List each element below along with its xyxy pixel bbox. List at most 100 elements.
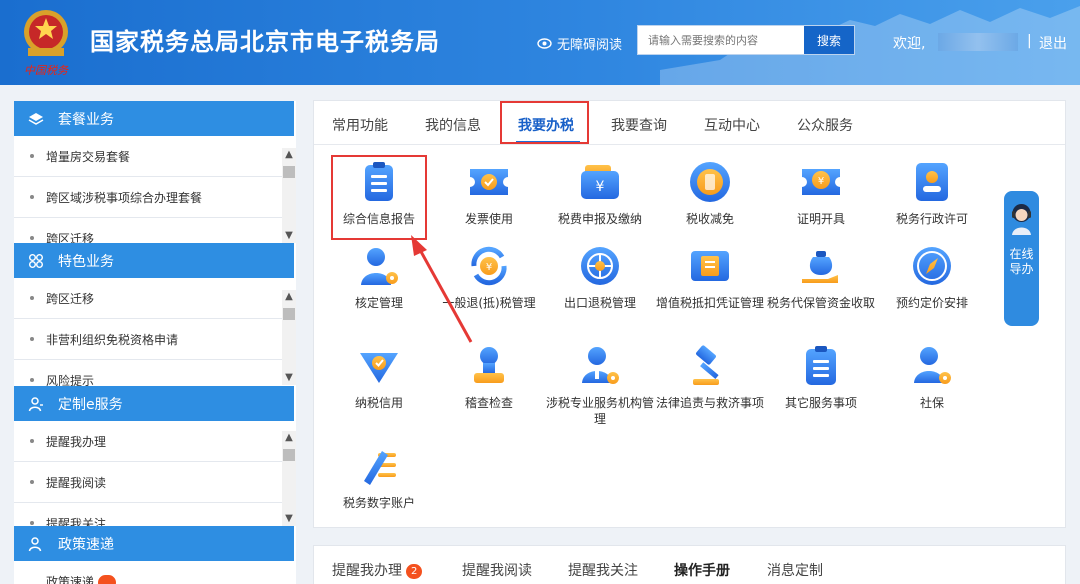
sidebar-list: 增量房交易套餐 跨区域涉税事项综合办理套餐 跨区迁移 <box>14 136 294 243</box>
sidebar-section-title: 特色业务 <box>58 253 114 270</box>
count-badge: 2 <box>406 564 423 579</box>
sidebar-item[interactable]: 提醒我关注 <box>14 503 294 527</box>
tab-interaction[interactable]: 互动中心 <box>704 115 760 135</box>
service-item[interactable]: ¥ 证明开具 <box>766 159 876 227</box>
reminder-tab-bar: 提醒我办理 2 提醒我阅读 提醒我关注 操作手册 消息定制 <box>313 545 1066 584</box>
tab-remind-handle[interactable]: 提醒我办理 2 <box>332 560 423 580</box>
tab-my-info[interactable]: 我的信息 <box>425 115 481 135</box>
scroll-thumb[interactable] <box>283 449 295 461</box>
sidebar-list: 提醒我办理 提醒我阅读 提醒我关注 <box>14 421 294 526</box>
service-item[interactable]: 稽查检查 <box>434 343 544 411</box>
search-button[interactable]: 搜索 <box>804 26 854 54</box>
vat-voucher-icon <box>691 251 729 281</box>
sidebar-item[interactable]: 提醒我办理 <box>14 421 294 462</box>
compass-icon <box>913 247 951 285</box>
sidebar-section-title: 定制e服务 <box>58 396 123 413</box>
accessibility-label: 无障碍阅读 <box>557 38 623 53</box>
service-item[interactable]: 涉税专业服务机构管理 <box>545 343 655 427</box>
svg-text:¥: ¥ <box>486 262 492 273</box>
sidebar-item[interactable]: 风险提示 <box>14 360 294 387</box>
user-gear-icon <box>361 248 398 285</box>
social-security-icon <box>914 347 951 384</box>
user-icon <box>28 536 42 551</box>
tab-common[interactable]: 常用功能 <box>332 115 388 135</box>
sidebar-item[interactable]: 跨区域涉税事项综合办理套餐 <box>14 177 294 218</box>
tab-remind-follow[interactable]: 提醒我关注 <box>568 560 638 580</box>
service-label: 纳税信用 <box>354 396 403 410</box>
sidebar-item[interactable]: 提醒我阅读 <box>14 462 294 503</box>
tab-remind-read[interactable]: 提醒我阅读 <box>462 560 532 580</box>
scrollbar[interactable]: ▲ ▼ <box>282 431 296 526</box>
service-item[interactable]: ¥ 税费申报及缴纳 <box>545 159 655 227</box>
tab-message-custom[interactable]: 消息定制 <box>767 560 823 580</box>
sidebar-item[interactable]: 跨区迁移 <box>14 218 294 244</box>
inspection-stamp-icon <box>474 347 504 383</box>
service-item[interactable]: 发票使用 <box>434 159 544 227</box>
tab-bar: 常用功能 我的信息 我要办税 我要查询 互动中心 公众服务 <box>314 101 1065 145</box>
scrollbar[interactable]: ▲ ▼ <box>282 290 296 385</box>
service-item[interactable]: 法律追责与救济事项 <box>655 343 765 411</box>
invoice-ticket-icon <box>470 169 508 195</box>
scroll-down-icon[interactable]: ▼ <box>282 371 296 385</box>
service-label: 预约定价安排 <box>895 296 968 310</box>
service-label: 发票使用 <box>464 212 513 226</box>
sidebar-item[interactable]: 增量房交易套餐 <box>14 136 294 177</box>
service-item[interactable]: 税务代保管资金收取 <box>766 243 876 311</box>
tab-manual[interactable]: 操作手册 <box>674 560 730 580</box>
scroll-thumb[interactable] <box>283 308 295 320</box>
agent-avatar-icon <box>1012 204 1031 235</box>
sidebar-section-policy[interactable]: 政策速递 <box>14 526 294 561</box>
logout-link[interactable]: 退出 <box>1039 33 1067 53</box>
sidebar-item[interactable]: 政策速递 <box>14 561 294 584</box>
service-item[interactable]: 税务数字账户 <box>324 443 434 511</box>
sidebar-section-title: 套餐业务 <box>58 111 114 128</box>
digital-account-icon <box>364 451 396 485</box>
scroll-down-icon[interactable]: ▼ <box>282 512 296 526</box>
scrollbar[interactable]: ▲ ▼ <box>282 148 296 243</box>
service-item[interactable]: 纳税信用 <box>324 343 434 411</box>
sidebar-list: 跨区迁移 非营利组织免税资格申请 风险提示 <box>14 278 294 386</box>
service-item[interactable]: 税务行政许可 <box>877 159 987 227</box>
sidebar-section-featured[interactable]: 特色业务 <box>14 243 294 278</box>
service-item[interactable]: 增值税抵扣凭证管理 <box>655 243 765 311</box>
scroll-up-icon[interactable]: ▲ <box>282 290 296 304</box>
service-label: 出口退税管理 <box>563 296 636 310</box>
sidebar-section-custom-service[interactable]: 定制e服务 <box>14 386 294 421</box>
tab-public-service[interactable]: 公众服务 <box>797 115 853 135</box>
sidebar-item[interactable]: 跨区迁移 <box>14 278 294 319</box>
service-label: 税收减免 <box>685 212 734 226</box>
tab-query[interactable]: 我要查询 <box>611 115 667 135</box>
accessibility-link[interactable]: 无障碍阅读 <box>537 34 622 53</box>
svg-text:¥: ¥ <box>818 176 824 187</box>
service-item[interactable]: 其它服务事项 <box>766 343 876 411</box>
scroll-thumb[interactable] <box>283 166 295 178</box>
scroll-down-icon[interactable]: ▼ <box>282 229 296 243</box>
sidebar-list: 政策速递 <box>14 561 294 584</box>
gavel-icon <box>693 345 719 385</box>
agent-gear-icon <box>582 347 619 384</box>
service-item[interactable]: 预约定价安排 <box>877 243 987 311</box>
user-icon <box>28 396 43 411</box>
service-item[interactable]: 社保 <box>877 343 987 411</box>
wallet-yuan-icon: ¥ <box>581 165 619 199</box>
sidebar-section-package[interactable]: 套餐业务 <box>14 101 294 136</box>
scroll-up-icon[interactable]: ▲ <box>282 148 296 162</box>
header-separator: | <box>1027 33 1032 49</box>
welcome-text: 欢迎, <box>893 36 926 52</box>
service-label: 稽查检查 <box>464 396 513 410</box>
tab-highlight-box <box>500 101 589 144</box>
emblem-caption: 中国税务 <box>24 64 68 77</box>
tax-emblem-icon <box>24 10 68 56</box>
credit-shield-icon <box>360 353 398 383</box>
sidebar-item[interactable]: 非营利组织免税资格申请 <box>14 319 294 360</box>
search-input[interactable] <box>638 26 806 54</box>
service-item[interactable]: 出口退税管理 <box>545 243 655 311</box>
online-guide-button[interactable]: 在线导办 <box>1004 191 1039 326</box>
layers-icon <box>28 112 44 125</box>
service-label: 税费申报及缴纳 <box>557 212 642 226</box>
scroll-up-icon[interactable]: ▲ <box>282 431 296 445</box>
service-label: 法律追责与救济事项 <box>655 396 764 410</box>
tax-reduction-icon <box>690 162 730 202</box>
service-item[interactable]: 税收减免 <box>655 159 765 227</box>
service-label: 社保 <box>919 396 944 410</box>
